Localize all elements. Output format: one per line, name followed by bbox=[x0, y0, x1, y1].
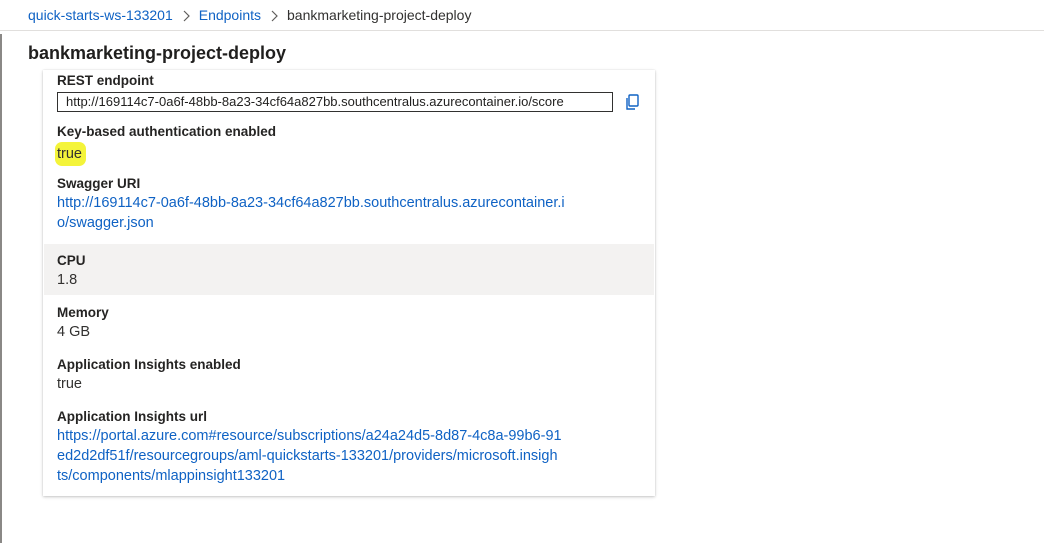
endpoint-details-card: REST endpoint Key-based authentication e… bbox=[43, 70, 655, 496]
breadcrumb-endpoints[interactable]: Endpoints bbox=[199, 6, 261, 24]
swagger-link[interactable]: http://169114c7-0a6f-48bb-8a23-34cf64a82… bbox=[57, 193, 641, 233]
breadcrumb: quick-starts-ws-133201 Endpoints bankmar… bbox=[28, 6, 471, 24]
page-title: bankmarketing-project-deploy bbox=[28, 43, 287, 63]
cpu-label: CPU bbox=[57, 253, 86, 268]
memory-label: Memory bbox=[57, 305, 109, 320]
swagger-link-line1: http://169114c7-0a6f-48bb-8a23-34cf64a82… bbox=[57, 195, 565, 211]
rest-endpoint-field[interactable] bbox=[57, 92, 614, 112]
left-border bbox=[0, 34, 2, 543]
app-insights-url-property: Application Insights url https://portal.… bbox=[57, 408, 641, 486]
app-insights-enabled-label: Application Insights enabled bbox=[57, 357, 241, 372]
app-insights-url-line2: ed2d2df51f/resourcegroups/aml-quickstart… bbox=[57, 448, 558, 464]
swagger-link-line2: o/swagger.json bbox=[57, 215, 154, 231]
app-insights-enabled-property: Application Insights enabled true bbox=[57, 356, 641, 394]
breadcrumb-current: bankmarketing-project-deploy bbox=[287, 7, 472, 23]
copy-icon[interactable] bbox=[623, 93, 641, 111]
key-auth-label: Key-based authentication enabled bbox=[57, 124, 277, 139]
app-insights-url-label: Application Insights url bbox=[57, 409, 208, 424]
header-divider bbox=[0, 30, 1044, 31]
app-insights-url-line1: https://portal.azure.com#resource/subscr… bbox=[57, 428, 562, 444]
rest-endpoint-property: REST endpoint bbox=[57, 72, 641, 112]
memory-value: 4 GB bbox=[57, 324, 91, 340]
rest-endpoint-label: REST endpoint bbox=[57, 73, 154, 88]
app-insights-url-line3: ts/components/mlappinsight133201 bbox=[57, 468, 286, 484]
memory-property: Memory 4 GB bbox=[57, 304, 641, 342]
app-insights-url-link[interactable]: https://portal.azure.com#resource/subscr… bbox=[57, 426, 641, 486]
swagger-label: Swagger URI bbox=[57, 176, 141, 191]
swagger-property: Swagger URI http://169114c7-0a6f-48bb-8a… bbox=[57, 175, 641, 233]
chevron-right-icon bbox=[261, 6, 287, 24]
cpu-value: 1.8 bbox=[57, 272, 78, 288]
key-auth-value: true bbox=[55, 142, 86, 166]
breadcrumb-workspace[interactable]: quick-starts-ws-133201 bbox=[28, 6, 173, 24]
key-auth-property: Key-based authentication enabled true bbox=[55, 123, 641, 166]
chevron-right-icon bbox=[173, 6, 199, 24]
app-insights-enabled-value: true bbox=[57, 376, 82, 392]
cpu-property: CPU 1.8 bbox=[57, 252, 641, 290]
